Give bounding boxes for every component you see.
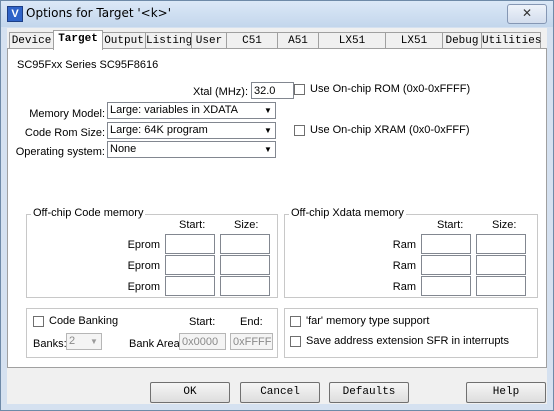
tab-lx51-misc[interactable]: LX51 Misc	[385, 32, 443, 63]
code-rom-label: Code Rom Size:	[24, 127, 105, 139]
bank-start-header: Start:	[189, 316, 216, 328]
far-memory-checkbox[interactable]	[290, 316, 301, 327]
offchip-code-start-header: Start:	[179, 219, 206, 231]
offchip-xdata-start-header: Start:	[437, 219, 464, 231]
use-onchip-xram-label: Use On-chip XRAM (0x0-0xFFF)	[310, 124, 470, 136]
banks-select[interactable]: 2 ▼	[66, 333, 102, 350]
title-bar[interactable]: V Options for Target '<k>' ✕	[1, 1, 553, 27]
memory-model-value: Large: variables in XDATA	[110, 104, 238, 116]
ram-size-input[interactable]	[476, 234, 526, 254]
code-rom-select[interactable]: Large: 64K program ▼	[107, 122, 276, 139]
dropdown-arrow-icon: ▼	[261, 123, 275, 138]
dropdown-arrow-icon: ▼	[87, 334, 101, 349]
ram-label: Ram	[392, 239, 416, 251]
ram-size-input[interactable]	[476, 276, 526, 296]
help-button[interactable]: Help	[466, 382, 546, 403]
eprom-size-input[interactable]	[220, 255, 270, 275]
cancel-button[interactable]: Cancel	[240, 382, 320, 403]
xtal-input[interactable]: 32.0	[251, 82, 294, 99]
eprom-start-input[interactable]	[165, 234, 215, 254]
operating-system-label: Operating system:	[15, 146, 105, 158]
keil-uvision-icon: V	[7, 6, 23, 22]
bank-end-input[interactable]: 0xFFFF	[230, 333, 273, 350]
operating-system-select[interactable]: None ▼	[107, 141, 276, 158]
tab-target[interactable]: Target	[53, 30, 103, 50]
eprom-label: Eprom	[127, 260, 160, 272]
target-panel: SC95Fxx Series SC95F8616 Xtal (MHz): 32.…	[7, 48, 547, 368]
dropdown-arrow-icon: ▼	[261, 103, 275, 118]
use-onchip-rom-checkbox[interactable]	[294, 84, 305, 95]
ram-start-input[interactable]	[421, 276, 471, 296]
options-dialog: V Options for Target '<k>' ✕ Device Targ…	[0, 0, 554, 411]
offchip-code-title: Off-chip Code memory	[31, 207, 146, 219]
ram-label: Ram	[392, 281, 416, 293]
device-name: SC95Fxx Series SC95F8616	[17, 59, 159, 71]
save-sfr-checkbox[interactable]	[290, 336, 301, 347]
operating-system-value: None	[110, 143, 137, 155]
banks-value: 2	[69, 335, 76, 347]
eprom-label: Eprom	[127, 239, 160, 251]
close-button[interactable]: ✕	[507, 4, 547, 24]
ram-start-input[interactable]	[421, 255, 471, 275]
memory-model-label: Memory Model:	[29, 108, 105, 120]
offchip-xdata-title: Off-chip Xdata memory	[289, 207, 406, 219]
tab-c51[interactable]: C51	[226, 32, 278, 49]
use-onchip-xram-checkbox[interactable]	[294, 125, 305, 136]
tab-device[interactable]: Device	[9, 32, 54, 49]
bank-area-label: Bank Area:	[129, 338, 183, 350]
use-onchip-rom-label: Use On-chip ROM (0x0-0xFFFF)	[310, 83, 471, 95]
eprom-label: Eprom	[127, 281, 160, 293]
defaults-button[interactable]: Defaults	[329, 382, 409, 403]
eprom-size-input[interactable]	[220, 276, 270, 296]
tab-user[interactable]: User	[191, 32, 227, 49]
tab-output[interactable]: Output	[102, 32, 146, 49]
eprom-start-input[interactable]	[165, 255, 215, 275]
xtal-label: Xtal (MHz):	[193, 86, 248, 98]
save-sfr-label: Save address extension SFR in interrupts	[306, 335, 509, 347]
ok-button[interactable]: OK	[150, 382, 230, 403]
code-banking-label: Code Banking	[49, 315, 119, 327]
window-title: Options for Target '<k>'	[26, 6, 172, 20]
offchip-code-size-header: Size:	[234, 219, 259, 231]
tab-listing[interactable]: Listing	[145, 32, 192, 49]
dialog-client: Device Target Output Listing User C51 A5…	[7, 28, 547, 404]
ram-start-input[interactable]	[421, 234, 471, 254]
eprom-size-input[interactable]	[220, 234, 270, 254]
bank-end-header: End:	[240, 316, 263, 328]
offchip-xdata-size-header: Size:	[492, 219, 517, 231]
tab-a51[interactable]: A51	[277, 32, 319, 49]
memory-model-select[interactable]: Large: variables in XDATA ▼	[107, 102, 276, 119]
banks-label: Banks:	[33, 338, 67, 350]
code-banking-checkbox[interactable]	[33, 316, 44, 327]
bank-start-input[interactable]: 0x0000	[179, 333, 226, 350]
code-rom-value: Large: 64K program	[110, 124, 208, 136]
eprom-start-input[interactable]	[165, 276, 215, 296]
tab-utilities[interactable]: Utilities	[481, 32, 541, 49]
ram-label: Ram	[392, 260, 416, 272]
tab-debug[interactable]: Debug	[442, 32, 482, 49]
tab-lx51-locate[interactable]: LX51 Locate	[318, 32, 386, 63]
tab-strip: Device Target Output Listing User C51 A5…	[7, 30, 547, 63]
far-memory-label: 'far' memory type support	[306, 315, 430, 327]
ram-size-input[interactable]	[476, 255, 526, 275]
dropdown-arrow-icon: ▼	[261, 142, 275, 157]
